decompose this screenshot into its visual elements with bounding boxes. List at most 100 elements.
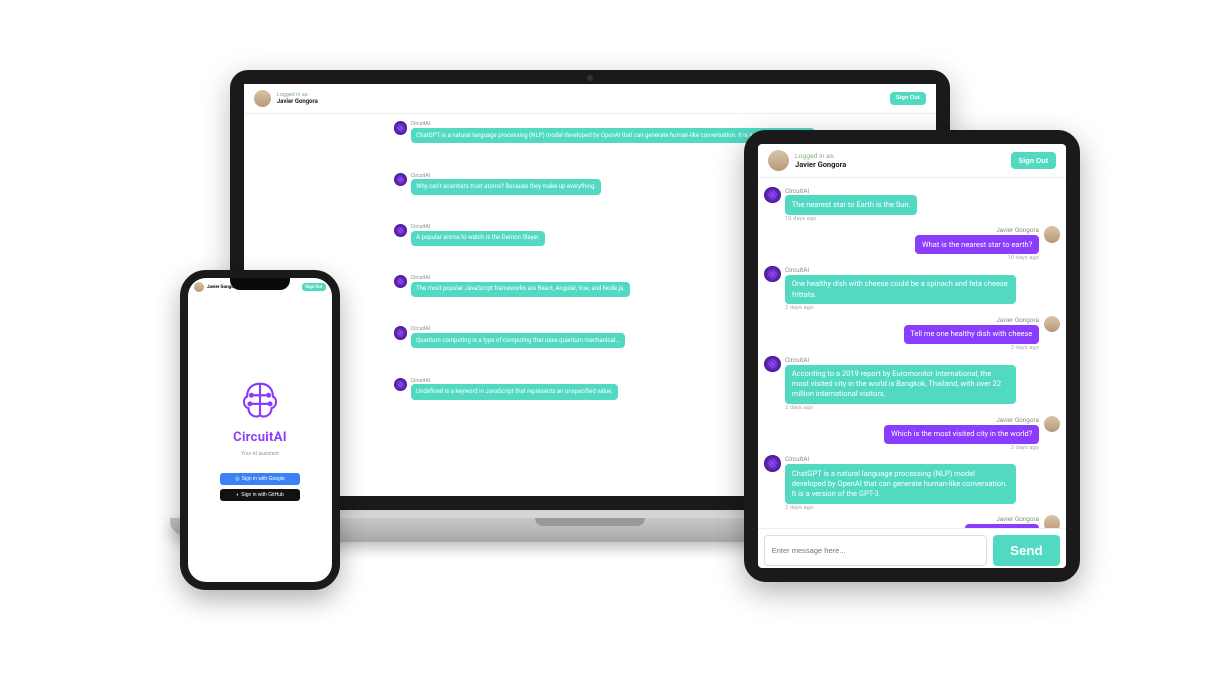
sender-label: CircuitAI [785,187,917,195]
avatar [254,90,271,107]
sender-label: CircuitAI [411,378,619,384]
user-block: Logged in as: Javier Gongora [254,90,318,107]
laptop-hinge-notch [535,518,645,526]
bot-message-bubble: Undefined is a keyword in JavaScript tha… [411,384,619,399]
chat-row: CircuitAIChatGPT is a natural language p… [764,455,1060,510]
timestamp: 10 days ago [785,216,917,222]
sender-label: CircuitAI [411,224,545,230]
sender-label: CircuitAI [785,455,1016,463]
chat-row: CircuitAIOne healthy dish with cheese co… [764,266,1060,311]
user-message-bubble: Which is the most visited city in the wo… [884,425,1039,444]
user-avatar-icon [1044,515,1061,528]
signin-google-button[interactable]: ◎ Sign in with Google [220,473,300,485]
message-wrap: CircuitAIThe nearest star to Earth is th… [785,187,917,222]
sender-label: CircuitAI [411,173,602,179]
github-icon: ◐ [236,492,239,498]
chat-row: Javier GongoraWhat is ChatGPT? [764,515,1060,528]
message-wrap: CircuitAIAccording to a 2019 report by E… [785,356,1016,411]
message-wrap: CircuitAIA popular anime to watch is the… [411,224,545,246]
bot-avatar-icon [394,326,407,339]
sender-label: Javier Gongora [996,515,1039,523]
user-labels: Logged in as: Javier Gongora [277,92,318,105]
signout-button[interactable]: Sign Out [1011,152,1056,169]
user-avatar-icon [1044,226,1061,243]
bot-message-bubble: ChatGPT is a natural language processing… [785,464,1016,503]
tagline: Your AI assistant [241,451,279,457]
timestamp: 2 days ago [785,405,1016,411]
phone-notch [230,278,290,290]
chat-row: Javier GongoraWhich is the most visited … [764,416,1060,451]
sender-label: CircuitAI [785,266,1016,274]
user-message-bubble: What is the nearest star to earth? [915,235,1039,254]
user-message-bubble: Tell me one healthy dish with cheese [904,325,1039,344]
user-block: Logged in as: Javier Gongora [768,150,846,171]
app-header: Logged in as: Javier Gongora Sign Out [244,84,936,114]
sender-label: CircuitAI [411,121,815,127]
sender-label: Javier Gongora [996,226,1039,234]
tablet-app: Logged in as: Javier Gongora Sign Out Ci… [758,144,1066,568]
logged-in-label: Logged in as: [795,152,846,160]
message-wrap: CircuitAIOne healthy dish with cheese co… [785,266,1016,311]
timestamp: 2 days ago [785,305,1016,311]
sender-label: CircuitAI [785,356,1016,364]
message-wrap: CircuitAIThe most popular JavaScript fra… [411,275,630,297]
timestamp: 2 days ago [785,505,1016,511]
cta-buttons: ◎ Sign in with Google ◐ Sign in with Git… [220,473,300,501]
user-message-bubble: What is ChatGPT? [965,524,1039,528]
message-wrap: Javier GongoraWhat is the nearest star t… [915,226,1039,261]
bot-avatar-icon [394,378,407,391]
bot-avatar-icon [394,275,407,288]
bot-avatar-icon [764,455,781,472]
brand-name: CircuitAI [233,430,287,445]
phone-mockup: Javier Gongora Sign Out [180,270,340,590]
tablet-mockup: Logged in as: Javier Gongora Sign Out Ci… [744,130,1080,582]
sender-label: Javier Gongora [996,316,1039,324]
bot-message-bubble: The most popular JavaScript frameworks a… [411,282,630,297]
chat-row: CircuitAIThe nearest star to Earth is th… [764,187,1060,222]
bot-avatar-icon [394,121,407,134]
chat-row: Javier GongoraTell me one healthy dish w… [764,316,1060,351]
avatar [194,282,204,292]
bot-avatar-icon [394,173,407,186]
sender-label: CircuitAI [411,326,626,332]
user-avatar-icon [1044,416,1061,433]
avatar [768,150,789,171]
laptop-camera [587,75,593,81]
message-wrap: Javier GongoraWhat is ChatGPT? [965,515,1039,528]
bot-message-bubble: The nearest star to Earth is the Sun. [785,195,917,214]
message-wrap: CircuitAIQuantum computing is a type of … [411,326,626,348]
bot-message-bubble: Why can't scientists trust atoms? Becaus… [411,179,602,194]
chat-row: CircuitAIAccording to a 2019 report by E… [764,356,1060,411]
landing-body: CircuitAI Your AI assistant ◎ Sign in wi… [188,296,332,582]
chat-row: Javier GongoraWhat is the nearest star t… [764,226,1060,261]
signout-button[interactable]: Sign Out [890,92,926,105]
bot-message-bubble: One healthy dish with cheese could be a … [785,275,1016,304]
bot-message-bubble: A popular anime to watch is the Demon Sl… [411,231,545,246]
signin-github-button[interactable]: ◐ Sign in with GitHub [220,489,300,501]
signout-button[interactable]: Sign Out [302,283,326,292]
landing-screen: Javier Gongora Sign Out [188,278,332,582]
message-input[interactable] [764,535,987,566]
bot-avatar-icon [764,356,781,373]
signin-google-label: Sign in with Google [242,476,285,482]
bot-avatar-icon [764,187,781,204]
timestamp: 10 days ago [1008,255,1039,261]
user-labels: Logged in as: Javier Gongora [795,152,846,169]
username: Javier Gongora [277,98,318,105]
message-wrap: Javier GongoraWhich is the most visited … [884,416,1039,451]
bot-avatar-icon [394,224,407,237]
timestamp: 2 days ago [1011,445,1039,451]
timestamp: 2 days ago [1011,345,1039,351]
send-button[interactable]: Send [993,535,1060,566]
message-wrap: CircuitAIChatGPT is a natural language p… [785,455,1016,510]
message-wrap: Javier GongoraTell me one healthy dish w… [904,316,1039,351]
message-wrap: CircuitAIUndefined is a keyword in JavaS… [411,378,619,400]
username: Javier Gongora [795,160,846,169]
brain-logo-icon [237,378,283,424]
app-header: Logged in as: Javier Gongora Sign Out [758,144,1066,178]
composer: Send [758,528,1066,568]
sender-label: Javier Gongora [996,416,1039,424]
phone-app: Javier Gongora Sign Out [188,278,332,582]
chat-thread: CircuitAIThe nearest star to Earth is th… [758,178,1066,528]
bot-message-bubble: Quantum computing is a type of computing… [411,333,626,348]
